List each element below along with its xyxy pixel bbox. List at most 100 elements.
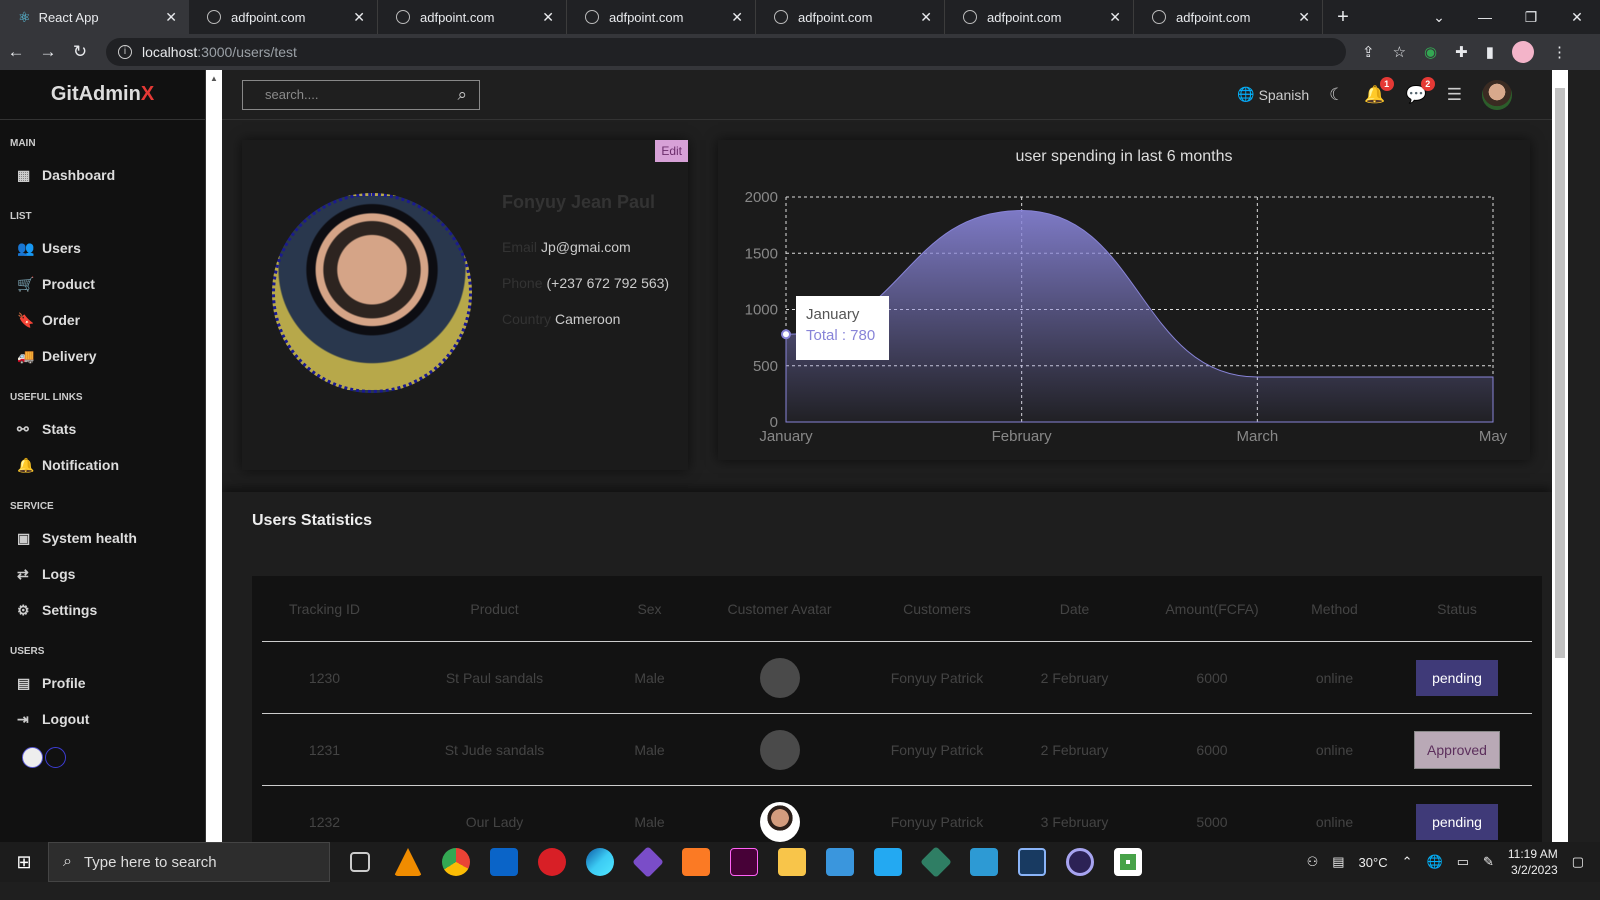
sidebar-item-settings[interactable]: ⚙ Settings: [0, 592, 205, 628]
restore-icon[interactable]: ❐: [1508, 0, 1554, 34]
column-header[interactable]: Status: [1382, 601, 1532, 617]
git-icon[interactable]: [632, 846, 664, 878]
back-icon[interactable]: ←: [0, 42, 32, 62]
chevron-down-icon[interactable]: ⌄: [1416, 0, 1462, 34]
status-badge[interactable]: pending: [1416, 804, 1498, 840]
profile-avatar[interactable]: [1511, 41, 1534, 63]
edit-button[interactable]: Edit: [655, 140, 688, 162]
menu-icon[interactable]: ⋮: [1552, 43, 1567, 61]
close-icon[interactable]: ✕: [353, 9, 365, 26]
gitkraken-icon[interactable]: [920, 846, 952, 878]
battery-icon[interactable]: ▭: [1457, 854, 1469, 870]
browser-tab[interactable]: adfpoint.com ✕: [756, 0, 945, 34]
column-header[interactable]: Sex: [602, 601, 697, 617]
adobe-xd-icon[interactable]: [730, 848, 758, 876]
sidebar-item-logs[interactable]: ⇄ Logs: [0, 556, 205, 592]
close-icon[interactable]: ✕: [731, 9, 743, 26]
people-icon[interactable]: ⚇: [1307, 854, 1319, 870]
xampp-icon[interactable]: [682, 848, 710, 876]
reload-icon[interactable]: ↻: [64, 42, 96, 62]
sidebar-item-dashboard[interactable]: ▦ Dashboard: [0, 157, 205, 193]
language-selector[interactable]: 🌐 Spanish: [1237, 86, 1309, 103]
close-icon[interactable]: ✕: [165, 9, 177, 26]
column-header[interactable]: Customers: [862, 601, 1012, 617]
sidebar-item-product[interactable]: 🛒 Product: [0, 266, 205, 302]
search-icon[interactable]: ⌕: [457, 85, 467, 105]
column-header[interactable]: Customer Avatar: [697, 601, 862, 617]
notification-center-icon[interactable]: ▢: [1572, 854, 1584, 870]
close-icon[interactable]: ✕: [1109, 9, 1121, 26]
chrome-icon[interactable]: [442, 848, 470, 876]
table-row[interactable]: 1231 St Jude sandals Male Fonyuy Patrick…: [262, 714, 1532, 786]
close-icon[interactable]: ✕: [920, 9, 932, 26]
taskbar-search[interactable]: ⌕ Type here to search: [48, 842, 330, 882]
url-field[interactable]: i localhost:3000/users/test: [106, 38, 1346, 66]
sidebar-item-delivery[interactable]: 🚚 Delivery: [0, 338, 205, 374]
logo[interactable]: GitAdmin X: [0, 70, 205, 120]
column-header[interactable]: Amount(FCFA): [1137, 601, 1287, 617]
sidebar-item-order[interactable]: 🔖 Order: [0, 302, 205, 338]
sidebar-item-system-health[interactable]: ▣ System health: [0, 520, 205, 556]
column-header[interactable]: Method: [1287, 601, 1382, 617]
light-theme-button[interactable]: [22, 747, 43, 768]
page-scrollbar[interactable]: [1552, 70, 1568, 860]
sidebar-item-notification[interactable]: 🔔 Notification: [0, 447, 205, 483]
column-header[interactable]: Date: [1012, 601, 1137, 617]
weather-icon[interactable]: ▤: [1332, 854, 1344, 870]
pen-icon[interactable]: ✎: [1483, 854, 1494, 870]
dark-mode-toggle[interactable]: ☾: [1329, 85, 1344, 105]
browser-tab[interactable]: ⚛ React App ✕: [0, 0, 189, 34]
clock[interactable]: 11:19 AM 3/2/2023: [1508, 846, 1558, 878]
network-icon[interactable]: 🌐: [1427, 854, 1443, 870]
notifications-button[interactable]: 🔔 1: [1364, 76, 1394, 105]
messages-button[interactable]: 💬 2: [1406, 76, 1435, 105]
browser-tab[interactable]: adfpoint.com ✕: [567, 0, 756, 34]
sidebar-item-stats[interactable]: ⚯ Stats: [0, 411, 205, 447]
task-view-icon[interactable]: [350, 852, 370, 872]
avatar[interactable]: [1482, 79, 1512, 110]
search-input[interactable]: [265, 87, 425, 102]
browser-tab[interactable]: adfpoint.com ✕: [1134, 0, 1323, 34]
new-tab-button[interactable]: +: [1323, 0, 1363, 34]
share-icon[interactable]: ⇪: [1362, 43, 1375, 61]
extension-icon[interactable]: ◉: [1424, 43, 1437, 61]
scrollbar-thumb[interactable]: [1555, 88, 1565, 658]
status-badge[interactable]: Approved: [1414, 730, 1500, 769]
file-explorer-icon[interactable]: [778, 848, 806, 876]
column-header[interactable]: Tracking ID: [262, 601, 387, 617]
browser-tab[interactable]: adfpoint.com ✕: [378, 0, 567, 34]
star-icon[interactable]: ☆: [1393, 43, 1406, 61]
temperature[interactable]: 30°C: [1359, 855, 1388, 870]
puzzle-icon[interactable]: ✚: [1455, 43, 1468, 61]
browser-tab[interactable]: adfpoint.com ✕: [189, 0, 378, 34]
azure-icon[interactable]: [970, 848, 998, 876]
info-icon[interactable]: i: [118, 45, 132, 59]
mail-icon[interactable]: [490, 848, 518, 876]
sidebar-item-logout[interactable]: ⇥ Logout: [0, 701, 205, 737]
active-data-point[interactable]: [781, 329, 791, 340]
close-icon[interactable]: ✕: [1298, 9, 1310, 26]
mongodb-icon[interactable]: [1114, 848, 1142, 876]
sidebar-item-users[interactable]: 👥 Users: [0, 230, 205, 266]
huawei-icon[interactable]: [538, 848, 566, 876]
vlc-icon[interactable]: [394, 848, 422, 876]
sidebar-scrollbar[interactable]: ▲: [206, 70, 222, 860]
close-icon[interactable]: ✕: [542, 9, 554, 26]
close-window-icon[interactable]: ✕: [1554, 0, 1600, 34]
table-row[interactable]: 1230 St Paul sandals Male Fonyuy Patrick…: [262, 642, 1532, 714]
store-icon[interactable]: [826, 848, 854, 876]
status-badge[interactable]: pending: [1416, 659, 1498, 696]
edge-icon[interactable]: [586, 848, 614, 876]
browser-tab[interactable]: adfpoint.com ✕: [945, 0, 1134, 34]
list-button[interactable]: ☰: [1447, 85, 1462, 105]
sidebar-item-profile[interactable]: ▤ Profile: [0, 665, 205, 701]
sidepanel-icon[interactable]: ▮: [1486, 43, 1494, 61]
eclipse-icon[interactable]: [1066, 848, 1094, 876]
minimize-icon[interactable]: —: [1462, 0, 1508, 34]
vscode-icon[interactable]: [874, 848, 902, 876]
scroll-up-icon[interactable]: ▲: [210, 74, 218, 83]
dark-theme-button[interactable]: [45, 747, 66, 768]
virtualbox-icon[interactable]: [1018, 848, 1046, 876]
forward-icon[interactable]: →: [32, 42, 64, 62]
windows-start-icon[interactable]: ⊞: [0, 852, 48, 873]
